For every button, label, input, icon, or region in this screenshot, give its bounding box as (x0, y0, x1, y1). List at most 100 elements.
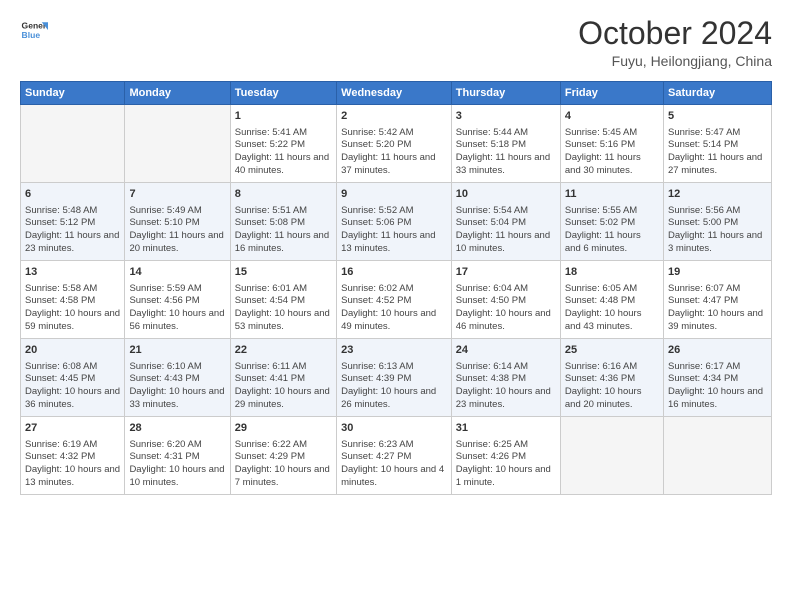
day-info: Sunrise: 5:42 AMSunset: 5:20 PMDaylight:… (341, 127, 447, 178)
day-cell: 13Sunrise: 5:58 AMSunset: 4:58 PMDayligh… (21, 261, 125, 339)
day-number: 10 (456, 187, 556, 202)
sunrise-time: Sunrise: 5:52 AM (341, 205, 413, 216)
day-number: 6 (25, 187, 120, 202)
daylight-hours: Daylight: 10 hours and 7 minutes. (235, 464, 330, 488)
day-info: Sunrise: 5:48 AMSunset: 5:12 PMDaylight:… (25, 205, 120, 256)
daylight-hours: Daylight: 10 hours and 56 minutes. (129, 308, 224, 332)
day-number: 2 (341, 109, 447, 124)
sunrise-time: Sunrise: 5:44 AM (456, 127, 528, 138)
sunrise-time: Sunrise: 5:41 AM (235, 127, 307, 138)
day-number: 8 (235, 187, 332, 202)
sunrise-time: Sunrise: 6:20 AM (129, 439, 201, 450)
sunrise-time: Sunrise: 5:58 AM (25, 283, 97, 294)
daylight-hours: Daylight: 10 hours and 1 minute. (456, 464, 551, 488)
sunset-time: Sunset: 5:22 PM (235, 139, 305, 150)
day-cell: 12Sunrise: 5:56 AMSunset: 5:00 PMDayligh… (663, 183, 771, 261)
day-info: Sunrise: 5:45 AMSunset: 5:16 PMDaylight:… (565, 127, 659, 178)
sunset-time: Sunset: 5:04 PM (456, 217, 526, 228)
col-friday: Friday (560, 82, 663, 105)
day-info: Sunrise: 6:19 AMSunset: 4:32 PMDaylight:… (25, 439, 120, 490)
day-info: Sunrise: 5:54 AMSunset: 5:04 PMDaylight:… (456, 205, 556, 256)
sunset-time: Sunset: 4:45 PM (25, 373, 95, 384)
day-info: Sunrise: 5:41 AMSunset: 5:22 PM Daylight:… (235, 127, 332, 178)
logo: General Blue (20, 16, 48, 44)
title-block: October 2024 Fuyu, Heilongjiang, China (578, 16, 772, 69)
sunrise-time: Sunrise: 6:23 AM (341, 439, 413, 450)
day-number: 18 (565, 265, 659, 280)
day-info: Sunrise: 5:49 AMSunset: 5:10 PM Daylight:… (129, 205, 225, 256)
day-info: Sunrise: 6:02 AMSunset: 4:52 PMDaylight:… (341, 283, 447, 334)
day-number: 20 (25, 343, 120, 358)
day-cell: 2 Sunrise: 5:42 AMSunset: 5:20 PMDaylight… (337, 105, 452, 183)
sunset-time: Sunset: 5:14 PM (668, 139, 738, 150)
col-saturday: Saturday (663, 82, 771, 105)
day-number: 23 (341, 343, 447, 358)
sunset-time: Sunset: 4:36 PM (565, 373, 635, 384)
col-tuesday: Tuesday (230, 82, 336, 105)
daylight-hours: Daylight: 11 hours and 13 minutes. (341, 230, 435, 254)
daylight-hours: Daylight: 10 hours and 43 minutes. (565, 308, 642, 332)
sunrise-time: Sunrise: 5:55 AM (565, 205, 637, 216)
calendar-page: General Blue October 2024 Fuyu, Heilongj… (0, 0, 792, 612)
sunset-time: Sunset: 5:02 PM (565, 217, 635, 228)
sunrise-time: Sunrise: 6:08 AM (25, 361, 97, 372)
day-number: 25 (565, 343, 659, 358)
day-info: Sunrise: 6:20 AMSunset: 4:31 PMDaylight:… (129, 439, 225, 490)
day-number: 26 (668, 343, 767, 358)
day-info: Sunrise: 6:01 AMSunset: 4:54 PMDaylight:… (235, 283, 332, 334)
sunrise-time: Sunrise: 5:59 AM (129, 283, 201, 294)
day-cell: 9Sunrise: 5:52 AMSunset: 5:06 PMDaylight… (337, 183, 452, 261)
sunset-time: Sunset: 5:00 PM (668, 217, 738, 228)
sunrise-time: Sunrise: 5:49 AM (129, 205, 201, 216)
sunrise-time: Sunrise: 6:19 AM (25, 439, 97, 450)
day-number: 11 (565, 187, 659, 202)
day-info: Sunrise: 6:11 AMSunset: 4:41 PMDaylight:… (235, 361, 332, 412)
daylight-hours: Daylight: 10 hours and 39 minutes. (668, 308, 763, 332)
sunset-time: Sunset: 4:50 PM (456, 295, 526, 306)
day-cell: 21Sunrise: 6:10 AMSunset: 4:43 PMDayligh… (125, 339, 230, 417)
day-info: Sunrise: 6:04 AMSunset: 4:50 PMDaylight:… (456, 283, 556, 334)
sunset-time: Sunset: 5:10 PM (129, 217, 199, 228)
daylight-hours: Daylight: 10 hours and 29 minutes. (235, 386, 330, 410)
sunrise-time: Sunrise: 6:07 AM (668, 283, 740, 294)
day-info: Sunrise: 6:10 AMSunset: 4:43 PMDaylight:… (129, 361, 225, 412)
sunrise-time: Sunrise: 6:22 AM (235, 439, 307, 450)
day-cell: 5Sunrise: 5:47 AMSunset: 5:14 PMDaylight… (663, 105, 771, 183)
sunrise-time: Sunrise: 6:10 AM (129, 361, 201, 372)
daylight-hours: Daylight: 11 hours and 20 minutes. (129, 230, 223, 254)
day-info: Sunrise: 5:56 AMSunset: 5:00 PMDaylight:… (668, 205, 767, 256)
week-row-3: 13Sunrise: 5:58 AMSunset: 4:58 PMDayligh… (21, 261, 772, 339)
sunset-time: Sunset: 4:38 PM (456, 373, 526, 384)
day-cell (21, 105, 125, 183)
day-info: Sunrise: 5:44 AMSunset: 5:18 PMDaylight:… (456, 127, 556, 178)
sunset-time: Sunset: 4:27 PM (341, 451, 411, 462)
day-number: 14 (129, 265, 225, 280)
sunset-time: Sunset: 4:47 PM (668, 295, 738, 306)
day-cell: 30Sunrise: 6:23 AMSunset: 4:27 PMDayligh… (337, 417, 452, 495)
daylight-hours: Daylight: 10 hours and 33 minutes. (129, 386, 224, 410)
sunrise-time: Sunrise: 5:45 AM (565, 127, 637, 138)
sunset-time: Sunset: 4:52 PM (341, 295, 411, 306)
day-info: Sunrise: 6:25 AMSunset: 4:26 PM Daylight:… (456, 439, 556, 490)
day-cell: 19Sunrise: 6:07 AMSunset: 4:47 PMDayligh… (663, 261, 771, 339)
daylight-hours: Daylight: 10 hours and 59 minutes. (25, 308, 120, 332)
day-number: 29 (235, 421, 332, 436)
daylight-hours: Daylight: 11 hours and 10 minutes. (456, 230, 550, 254)
sunrise-time: Sunrise: 6:25 AM (456, 439, 528, 450)
daylight-hours: Daylight: 11 hours and 27 minutes. (668, 152, 762, 176)
sunset-time: Sunset: 4:26 PM (456, 451, 526, 462)
day-cell: 3Sunrise: 5:44 AMSunset: 5:18 PMDaylight… (451, 105, 560, 183)
sunrise-time: Sunrise: 6:01 AM (235, 283, 307, 294)
day-info: Sunrise: 6:13 AMSunset: 4:39 PMDaylight:… (341, 361, 447, 412)
day-info: Sunrise: 6:08 AMSunset: 4:45 PMDaylight:… (25, 361, 120, 412)
svg-text:Blue: Blue (22, 30, 41, 40)
header: General Blue October 2024 Fuyu, Heilongj… (20, 16, 772, 69)
day-cell: 11Sunrise: 5:55 AMSunset: 5:02 PMDayligh… (560, 183, 663, 261)
daylight-hours: Daylight: 11 hours and 37 minutes. (341, 152, 435, 176)
daylight-hours: Daylight: 10 hours and 20 minutes. (565, 386, 642, 410)
daylight-hours: Daylight: 11 hours and 16 minutes. (235, 230, 329, 254)
daylight-hours: Daylight: 11 hours and 40 minutes. (235, 152, 329, 176)
sunset-time: Sunset: 4:58 PM (25, 295, 95, 306)
day-number: 22 (235, 343, 332, 358)
sunset-time: Sunset: 4:32 PM (25, 451, 95, 462)
